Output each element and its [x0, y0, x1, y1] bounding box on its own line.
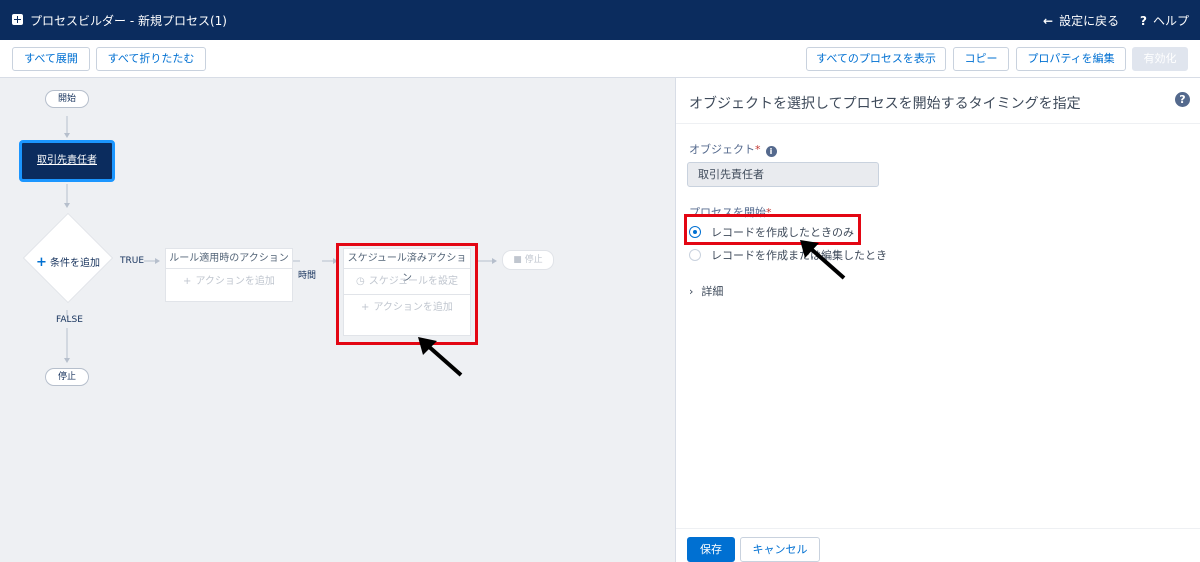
- process-builder-icon: [12, 14, 23, 25]
- immediate-actions-box: ルール適用時のアクション + アクションを追加: [165, 248, 293, 302]
- time-label: 時間: [298, 271, 317, 281]
- app-header: プロセスビルダー - 新規プロセス(1) ← 設定に戻る ? ヘルプ: [0, 0, 1200, 40]
- help-link[interactable]: ? ヘルプ: [1140, 12, 1189, 29]
- stop-label-2: 停止: [524, 255, 543, 265]
- help-circle-icon[interactable]: ?: [1175, 92, 1190, 107]
- true-label: TRUE: [120, 256, 145, 266]
- object-select[interactable]: 取引先責任者: [687, 162, 879, 187]
- stop-pill: 停止: [45, 368, 89, 386]
- chevron-right-icon: ›: [689, 285, 694, 298]
- criteria-text: 条件を追加: [49, 258, 100, 269]
- back-to-setup-link[interactable]: ← 設定に戻る: [1043, 12, 1119, 29]
- collapse-all-button[interactable]: すべて折りたたむ: [96, 47, 206, 71]
- radio-create-or-edit[interactable]: [689, 249, 701, 261]
- app-title: プロセスビルダー - 新規プロセス(1): [30, 14, 227, 28]
- add-action-row[interactable]: + アクションを追加: [166, 269, 292, 295]
- immediate-actions-header: ルール適用時のアクション: [166, 249, 292, 269]
- details-toggle[interactable]: › 詳細: [689, 283, 723, 299]
- add-action-label: アクションを追加: [195, 276, 275, 287]
- object-node[interactable]: 取引先責任者: [19, 140, 115, 182]
- panel-divider: [676, 123, 1200, 124]
- pointer-arrow-icon: [800, 240, 846, 280]
- question-icon: ?: [1140, 14, 1147, 28]
- info-icon[interactable]: i: [765, 146, 777, 157]
- edit-properties-button[interactable]: プロパティを編集: [1016, 47, 1126, 71]
- expand-all-button[interactable]: すべて展開: [12, 47, 90, 71]
- back-label: 設定に戻る: [1059, 14, 1120, 28]
- panel-footer: 保存 キャンセル: [676, 528, 1200, 562]
- arrow-left-icon: ←: [1043, 14, 1054, 28]
- details-label: 詳細: [701, 285, 724, 298]
- highlight-box-scheduled: [336, 243, 478, 345]
- stop-square-icon: ■: [513, 255, 525, 265]
- panel-title: オブジェクトを選択してプロセスを開始するタイミングを指定: [689, 96, 1081, 112]
- object-label-text: オブジェクト: [689, 143, 755, 156]
- view-all-processes-button[interactable]: すべてのプロセスを表示: [806, 47, 946, 71]
- pointer-arrow-icon: [418, 337, 463, 377]
- help-label: ヘルプ: [1152, 14, 1189, 28]
- plus-icon: +: [183, 276, 192, 287]
- start-pill: 開始: [45, 90, 89, 108]
- toolbar: すべて展開 すべて折りたたむ すべてのプロセスを表示 コピー プロパティを編集 …: [0, 40, 1200, 78]
- required-marker: *: [755, 143, 761, 156]
- activate-button[interactable]: 有効化: [1132, 47, 1188, 71]
- process-canvas: 開始 取引先責任者 + 条件を追加 TRUE FALSE 停止 ルール適用時のアク…: [0, 78, 675, 562]
- copy-button[interactable]: コピー: [953, 47, 1009, 71]
- false-label: FALSE: [56, 315, 83, 325]
- cancel-button[interactable]: キャンセル: [740, 537, 820, 562]
- add-criteria-label[interactable]: + 条件を追加: [20, 254, 116, 270]
- properties-panel: オブジェクトを選択してプロセスを開始するタイミングを指定 ? オブジェクト* i …: [675, 78, 1200, 562]
- plus-icon: +: [36, 255, 47, 270]
- stop-pill-2: ■ 停止: [502, 250, 554, 270]
- save-button[interactable]: 保存: [687, 537, 735, 562]
- object-field-label: オブジェクト* i: [689, 141, 777, 157]
